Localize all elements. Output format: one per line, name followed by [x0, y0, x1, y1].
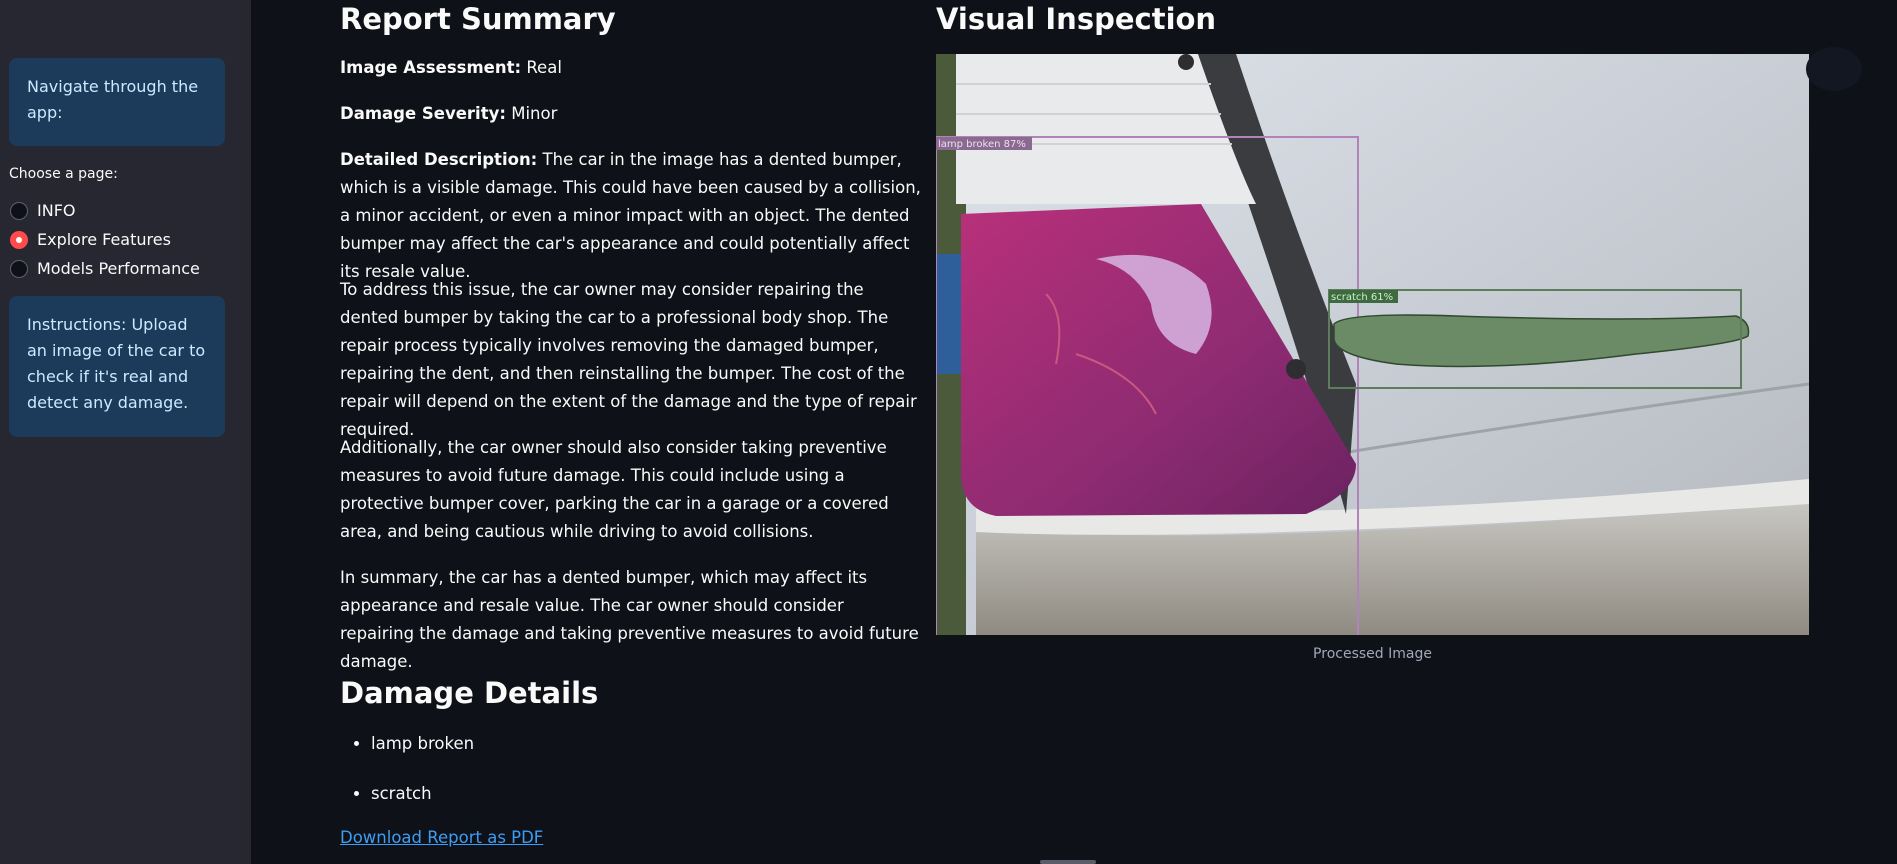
- detection-label-scratch: scratch 61%: [1331, 292, 1393, 303]
- car-damage-illustration: lamp broken 87% scratch 61%: [936, 54, 1809, 635]
- instructions-text: Instructions: Upload an image of the car…: [27, 315, 206, 412]
- radio-option-models-performance[interactable]: Models Performance: [10, 254, 200, 283]
- description-text: The car in the image has a dented bumper…: [340, 150, 921, 281]
- horizontal-scrollbar[interactable]: [1040, 860, 1096, 864]
- radio-label[interactable]: INFO: [37, 201, 75, 220]
- instructions-box: Instructions: Upload an image of the car…: [9, 296, 225, 437]
- description-label: Detailed Description:: [340, 150, 538, 169]
- damage-details-title: Damage Details: [340, 676, 599, 710]
- image-assessment: Image Assessment: Real: [340, 54, 922, 82]
- radio-circle-icon[interactable]: [10, 201, 28, 220]
- severity-label: Damage Severity:: [340, 104, 506, 123]
- radio-label[interactable]: Models Performance: [37, 259, 200, 278]
- detection-label-lamp: lamp broken 87%: [938, 139, 1026, 150]
- description-paragraph-2: To address this issue, the car owner may…: [340, 280, 917, 439]
- severity-value: Minor: [511, 104, 558, 123]
- damage-list: lamp broken scratch: [340, 730, 474, 830]
- nav-info-box: Navigate through the app:: [9, 58, 225, 146]
- radio-label[interactable]: Explore Features: [37, 230, 171, 249]
- page-radio-group: INFO Explore Features Models Performance: [10, 196, 200, 283]
- description-paragraph-4: In summary, the car has a dented bumper,…: [340, 568, 919, 671]
- assessment-value: Real: [526, 58, 562, 77]
- image-caption: Processed Image: [1313, 646, 1432, 662]
- list-item: scratch: [371, 780, 474, 808]
- description-paragraph-3: Additionally, the car owner should also …: [340, 438, 889, 541]
- assessment-label: Image Assessment:: [340, 58, 522, 77]
- radio-checked-icon[interactable]: [10, 230, 28, 249]
- nav-info-text: Navigate through the app:: [27, 77, 199, 122]
- processed-image: lamp broken 87% scratch 61%: [936, 54, 1809, 635]
- radio-option-explore-features[interactable]: Explore Features: [10, 225, 200, 254]
- list-item: lamp broken: [371, 730, 474, 758]
- download-pdf-link[interactable]: Download Report as PDF: [340, 828, 543, 847]
- sidebar: Navigate through the app: Choose a page:…: [0, 0, 251, 864]
- radio-option-info[interactable]: INFO: [10, 196, 200, 225]
- radio-circle-icon[interactable]: [10, 259, 28, 278]
- status-widget[interactable]: [1806, 47, 1862, 91]
- report-summary-title: Report Summary: [340, 2, 616, 36]
- choose-page-label: Choose a page:: [9, 166, 118, 182]
- damage-severity: Damage Severity: Minor: [340, 100, 922, 128]
- description-paragraph-1: Detailed Description: The car in the ima…: [340, 146, 922, 286]
- visual-inspection-title: Visual Inspection: [936, 2, 1217, 36]
